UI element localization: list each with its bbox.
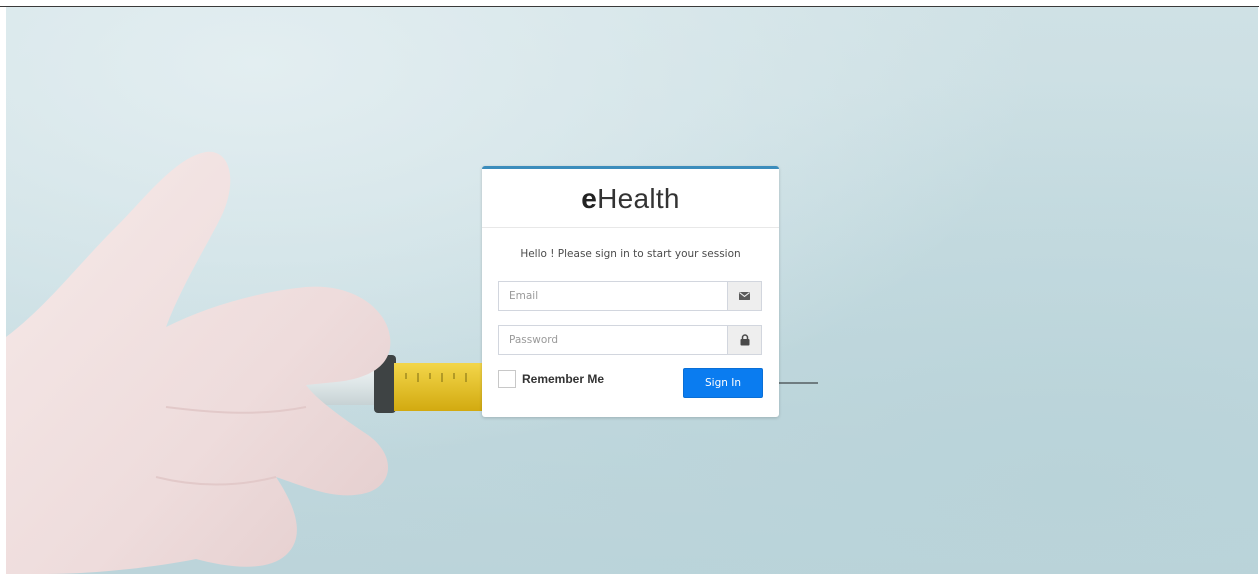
login-page: eHealth Hello ! Please sign in to start … xyxy=(0,0,1259,574)
sign-in-button[interactable]: Sign In xyxy=(683,368,763,398)
login-box: eHealth Hello ! Please sign in to start … xyxy=(482,166,779,417)
login-message: Hello ! Please sign in to start your ses… xyxy=(520,248,741,260)
top-border xyxy=(0,0,1259,7)
email-input[interactable] xyxy=(499,282,728,310)
lock-icon xyxy=(727,326,761,354)
app-logo: eHealth xyxy=(581,183,680,215)
remember-me-checkbox[interactable] xyxy=(498,370,516,388)
logo-suffix: Health xyxy=(597,183,680,214)
password-field xyxy=(498,325,762,355)
logo-prefix: e xyxy=(581,183,598,214)
login-actions: Remember Me Sign In xyxy=(498,368,763,400)
remember-me[interactable]: Remember Me xyxy=(498,370,604,388)
remember-me-label: Remember Me xyxy=(522,372,605,386)
login-header: eHealth xyxy=(482,169,779,228)
envelope-icon xyxy=(727,282,761,310)
password-input[interactable] xyxy=(499,326,728,354)
email-field xyxy=(498,281,762,311)
login-body: Hello ! Please sign in to start your ses… xyxy=(482,247,779,400)
